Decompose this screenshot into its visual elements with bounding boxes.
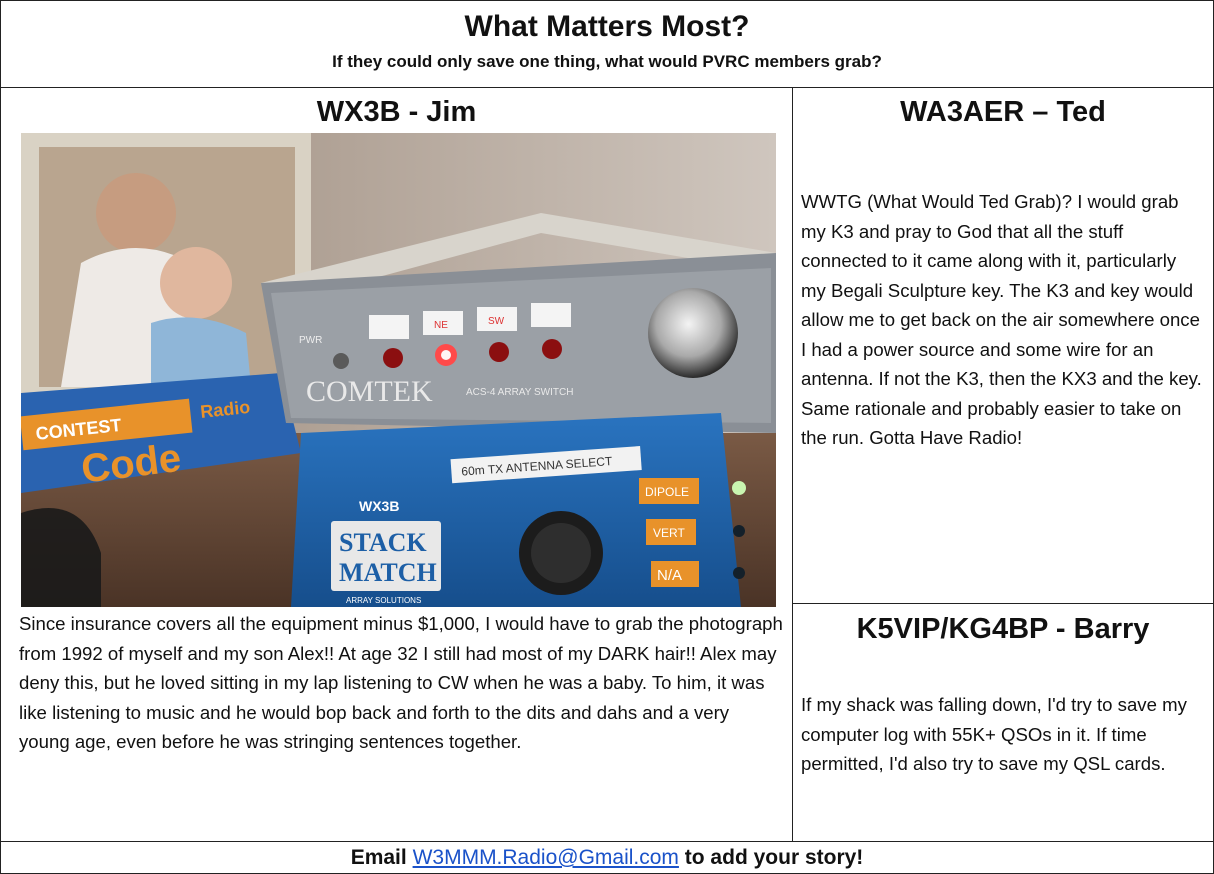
na-label: N/A <box>657 567 682 584</box>
wx3b-story: Since insurance covers all the equipment… <box>19 613 783 752</box>
page-subtitle: If they could only save one thing, what … <box>332 52 882 71</box>
stack-line1: STACK <box>339 528 427 557</box>
stackmatch-box: 60m TX ANTENNA SELECT WX3B STACK MATCH A… <box>291 413 746 607</box>
page-title: What Matters Most? <box>464 10 750 43</box>
framed-photo <box>21 133 311 403</box>
wa3aer-story: WWTG (What Would Ted Grab)? I would grab… <box>801 191 1202 448</box>
email-link[interactable]: W3MMM.Radio@Gmail.com <box>413 846 679 869</box>
stack-line2: MATCH <box>339 558 437 587</box>
comtek-brand: COMTEK <box>306 375 433 408</box>
footer: Email W3MMM.Radio@Gmail.com to add your … <box>1 841 1213 874</box>
k5vip-heading: K5VIP/KG4BP - Barry <box>856 613 1150 645</box>
stack-brand: WX3B <box>359 498 399 514</box>
newsletter-page: What Matters Most? If they could only sa… <box>0 0 1214 874</box>
comtek-model: ACS-4 ARRAY SWITCH <box>466 387 573 398</box>
stack-sub: ARRAY SOLUTIONS <box>346 596 421 605</box>
footer-suffix: to add your story! <box>684 846 864 869</box>
footer-prefix: Email <box>350 846 407 869</box>
k5vip-story: If my shack was falling down, I'd try to… <box>801 694 1187 774</box>
station-photo: CONTEST Radio Code PWR NE SW COMTEK ACS-… <box>21 133 776 607</box>
photo-illustration: CONTEST Radio Code PWR NE SW COMTEK ACS-… <box>21 133 776 607</box>
header: What Matters Most? If they could only sa… <box>1 1 1213 88</box>
wx3b-section: WX3B - Jim CONTEST Radio Code PWR NE SW … <box>1 88 793 841</box>
vert-label: VERT <box>653 526 685 540</box>
dipole-label: DIPOLE <box>645 485 689 499</box>
btn-sw-label: SW <box>488 316 505 327</box>
btn-ne-label: NE <box>434 320 448 331</box>
pwr-label: PWR <box>299 335 322 346</box>
wa3aer-heading: WA3AER – Ted <box>900 96 1106 128</box>
k5vip-section: K5VIP/KG4BP - Barry If my shack was fall… <box>793 605 1213 841</box>
wx3b-heading: WX3B - Jim <box>316 96 477 128</box>
right-column-divider <box>793 603 1213 604</box>
